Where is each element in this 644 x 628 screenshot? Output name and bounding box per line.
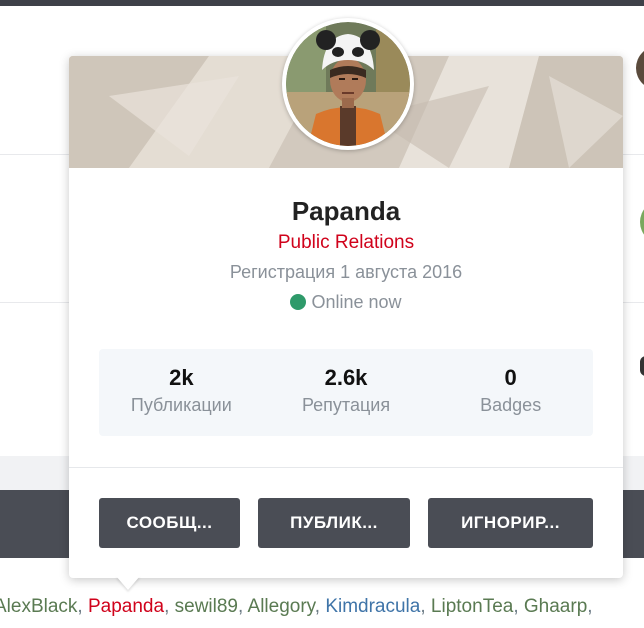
posts-button[interactable]: ПУБЛИК... bbox=[258, 498, 410, 548]
online-user-link[interactable]: Kimdracula bbox=[325, 596, 420, 617]
online-users-list: AlexBlack, Papanda, sewil89, Allegory, K… bbox=[0, 596, 593, 618]
online-user-link[interactable]: Allegory bbox=[248, 596, 315, 617]
profile-username[interactable]: Papanda bbox=[69, 196, 623, 227]
avatar[interactable] bbox=[640, 356, 644, 376]
online-user-link[interactable]: Ghaarp bbox=[524, 596, 587, 617]
online-user-link[interactable]: LiptonTea bbox=[431, 596, 513, 617]
message-button[interactable]: СООБЩ... bbox=[99, 498, 240, 548]
hovercard-pointer bbox=[116, 576, 140, 590]
online-user-link[interactable]: Papanda bbox=[88, 596, 164, 617]
profile-avatar[interactable] bbox=[282, 18, 414, 150]
online-user-link[interactable]: AlexBlack bbox=[0, 596, 77, 617]
avatar[interactable] bbox=[640, 200, 644, 244]
ignore-button[interactable]: ИГНОРИР... bbox=[428, 498, 593, 548]
avatar[interactable] bbox=[636, 46, 644, 90]
online-user-link[interactable]: sewil89 bbox=[175, 596, 238, 617]
